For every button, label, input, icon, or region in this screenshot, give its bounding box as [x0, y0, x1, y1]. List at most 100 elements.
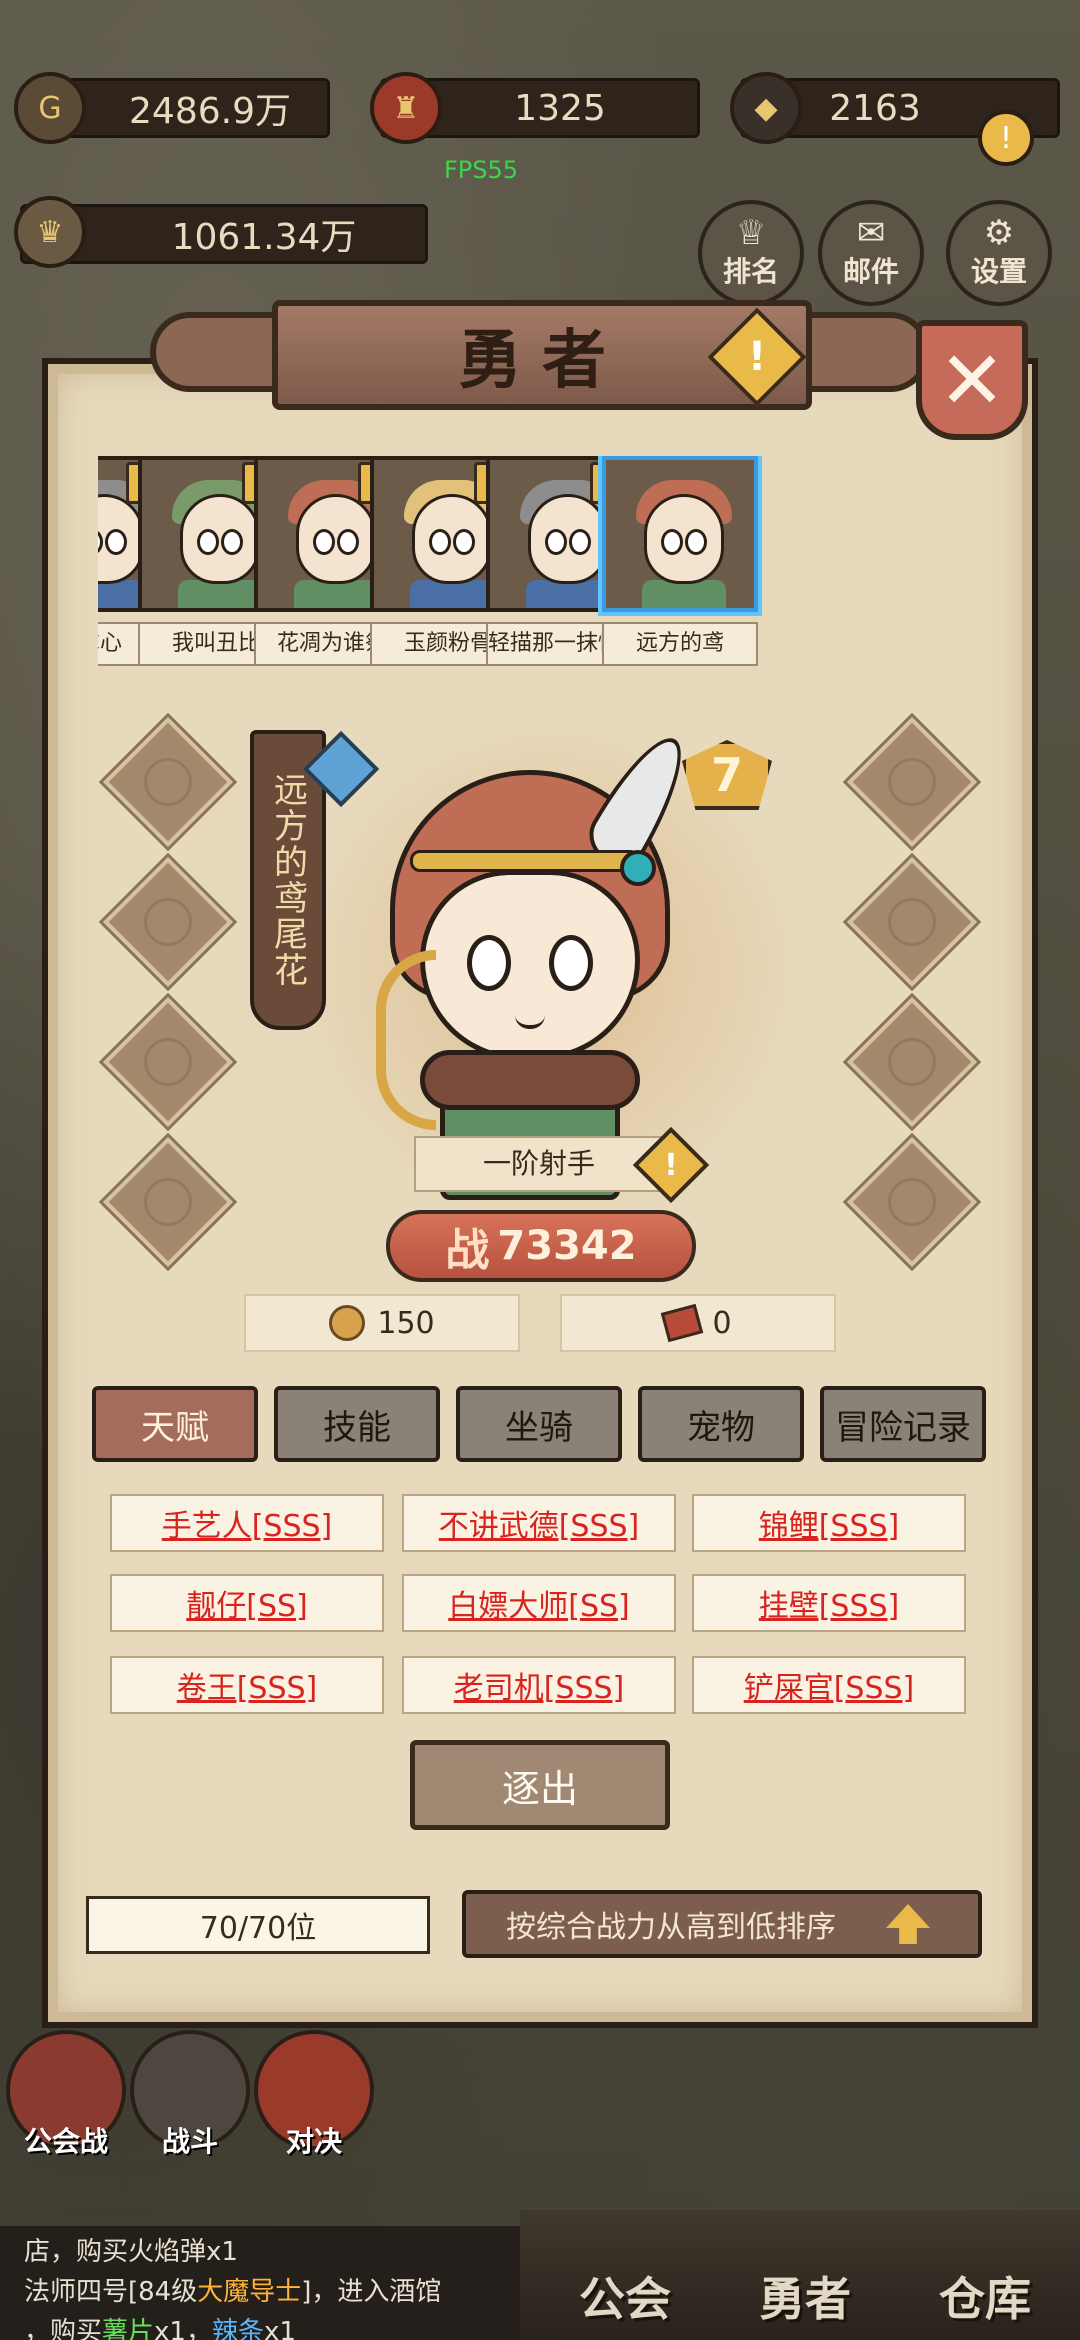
- tab-skill[interactable]: 技能: [274, 1386, 440, 1462]
- headband-gem: [620, 850, 656, 886]
- tab-adventure-log[interactable]: 冒险记录: [820, 1386, 986, 1462]
- hero-card[interactable]: 远方的鸢: [602, 456, 758, 666]
- ranking-label: 排名: [722, 255, 779, 288]
- hero-card-name: 远方的鸢: [602, 622, 758, 666]
- talent-item[interactable]: 铲屎官[SSS]: [692, 1656, 966, 1714]
- arrow-up-icon: [886, 1904, 930, 1944]
- event-log: 店，购买火焰弹x1 法师四号[84级大魔导士]，进入酒馆 ，购买薯片x1，辣条x…: [0, 2226, 520, 2340]
- info-icon: !: [664, 1147, 678, 1183]
- log-line: 法师四号[84级大魔导士]，进入酒馆: [24, 2272, 496, 2312]
- headband: [410, 850, 640, 872]
- warning-icon[interactable]: !: [978, 110, 1034, 166]
- log-line: ，购买薯片x1，辣条x1: [24, 2312, 496, 2340]
- hero-face: [420, 870, 640, 1060]
- mail-button[interactable]: ✉ 邮件: [818, 200, 924, 306]
- ticket-icon: [661, 1303, 704, 1343]
- hero-thumb-body: [294, 580, 378, 608]
- talent-item[interactable]: 白嫖大师[SS]: [402, 1574, 676, 1632]
- hero-thumb-face: [412, 494, 492, 584]
- hero-thumb-body: [526, 580, 610, 608]
- log-highlight: 大魔导士: [197, 2277, 302, 2307]
- log-text: 法师四号[84级: [24, 2277, 198, 2307]
- roster-capacity: 70/70位: [86, 1896, 430, 1954]
- mail-label: 邮件: [842, 255, 899, 288]
- sort-button[interactable]: 按综合战力从高到低排序: [462, 1890, 982, 1958]
- envelope-icon: ✉: [856, 213, 886, 253]
- guild-war-button[interactable]: 公会战: [6, 2030, 126, 2158]
- nav-warehouse[interactable]: 仓库: [900, 2256, 1070, 2336]
- hero-class-label: 一阶射手: [414, 1136, 664, 1192]
- talent-item[interactable]: 靓仔[SS]: [110, 1574, 384, 1632]
- power-value: 73342: [497, 1223, 637, 1269]
- talent-item[interactable]: 老司机[SSS]: [402, 1656, 676, 1714]
- settings-button[interactable]: ⚙ 设置: [946, 200, 1052, 306]
- info-icon: !: [747, 334, 767, 380]
- guild-war-label: 公会战: [23, 2125, 108, 2158]
- nav-heroes[interactable]: 勇者: [720, 2256, 890, 2336]
- hero-thumb-body: [410, 580, 494, 608]
- power-total-value: 1061.34万: [171, 217, 357, 258]
- talent-item[interactable]: 不讲武德[SSS]: [402, 1494, 676, 1552]
- expel-label: 逐出: [501, 1766, 578, 1811]
- shoulder-armor: [420, 1050, 640, 1110]
- shield-badge-icon: ♜: [370, 72, 442, 144]
- honor-value: 1325: [514, 87, 606, 129]
- right-eye: [549, 935, 593, 991]
- left-eye: [467, 935, 511, 991]
- gold-value: 2486.9万: [129, 91, 291, 132]
- tab-label: 坐骑: [505, 1407, 573, 1448]
- close-button[interactable]: ✕: [916, 320, 1028, 440]
- bow-icon: [376, 950, 436, 1130]
- talent-item[interactable]: 手艺人[SSS]: [110, 1494, 384, 1552]
- log-text: x1: [263, 2317, 296, 2340]
- hero-thumbnail: [602, 456, 758, 612]
- gold-cost-box: 150: [244, 1294, 520, 1352]
- log-text: x1，: [154, 2317, 212, 2340]
- nav-guild[interactable]: 公会: [540, 2256, 710, 2336]
- hero-thumb-face: [528, 494, 608, 584]
- power-prefix: 战: [445, 1225, 490, 1276]
- tab-talent[interactable]: 天赋: [92, 1386, 258, 1462]
- gold-cost-value: 150: [377, 1305, 435, 1341]
- combat-power-ribbon: 战 73342: [386, 1210, 696, 1282]
- gold-coin-icon: G: [14, 72, 86, 144]
- talent-item[interactable]: 挂壁[SSS]: [692, 1574, 966, 1632]
- expel-button[interactable]: 逐出: [410, 1740, 670, 1830]
- hero-name: 远方的鸢尾花: [267, 772, 308, 988]
- battle-button[interactable]: 战斗: [130, 2030, 250, 2158]
- trophy-icon: ♕: [735, 213, 767, 253]
- tab-label: 天赋: [141, 1407, 209, 1448]
- tab-mount[interactable]: 坐骑: [456, 1386, 622, 1462]
- tab-label: 技能: [323, 1407, 391, 1448]
- mouth: [515, 1015, 545, 1029]
- close-icon: ✕: [938, 333, 1006, 427]
- duel-button[interactable]: 对决: [254, 2030, 374, 2158]
- hero-thumb-face: [296, 494, 376, 584]
- talent-item[interactable]: 锦鲤[SSS]: [692, 1494, 966, 1552]
- log-highlight: 薯片: [102, 2317, 155, 2340]
- log-highlight: 辣条: [211, 2317, 264, 2340]
- talent-item[interactable]: 卷王[SSS]: [110, 1656, 384, 1714]
- gem-icon: ◆: [730, 72, 802, 144]
- fps-counter: FPS55: [444, 156, 519, 184]
- hero-list[interactable]: 5虐心5我叫丑比6花凋为谁祭6玉颜粉骨5轻描那一抹忧伤远方的鸢: [98, 456, 990, 676]
- tab-label: 宠物: [687, 1407, 755, 1448]
- ranking-button[interactable]: ♕ 排名: [698, 200, 804, 306]
- ticket-cost-box: 0: [560, 1294, 836, 1352]
- title-text: 勇者: [458, 323, 626, 398]
- star-level-value: 7: [710, 748, 743, 802]
- log-text: ，购买: [24, 2317, 103, 2340]
- hero-thumb-face: [644, 494, 724, 584]
- tab-pet[interactable]: 宠物: [638, 1386, 804, 1462]
- log-text: ]，进入酒馆: [301, 2277, 442, 2307]
- ticket-cost-value: 0: [712, 1305, 732, 1341]
- crown-icon: ♛: [14, 196, 86, 268]
- coin-icon: [329, 1305, 366, 1341]
- hero-thumb-body: [642, 580, 726, 608]
- hero-thumb-face: [180, 494, 260, 584]
- tab-label: 冒险记录: [835, 1407, 971, 1448]
- gear-icon: ⚙: [983, 213, 1015, 253]
- duel-label: 对决: [285, 2125, 342, 2158]
- log-line: 店，购买火焰弹x1: [24, 2237, 238, 2267]
- sort-label: 按综合战力从高到低排序: [506, 1910, 836, 1945]
